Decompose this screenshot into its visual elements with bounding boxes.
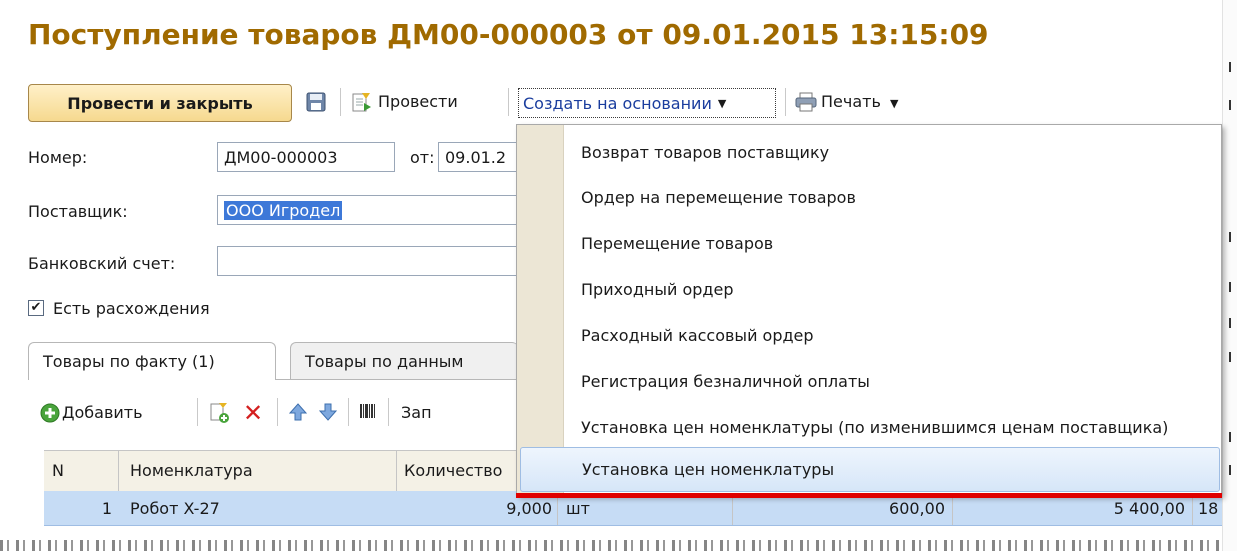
supplier-field[interactable]: ООО Игродел xyxy=(217,195,518,225)
print-label: Печать xyxy=(821,92,881,111)
fill-button[interactable]: Зап xyxy=(401,403,432,422)
column-header-qty[interactable]: Количество xyxy=(404,450,516,490)
add-button[interactable]: Добавить xyxy=(62,403,143,422)
create-based-on-menu: Возврат товаров поставщику Ордер на пере… xyxy=(516,124,1222,496)
print-button[interactable]: Печать ▼ xyxy=(821,92,898,111)
post-button[interactable]: Провести xyxy=(378,92,458,111)
menu-item-goods-transfer[interactable]: Перемещение товаров xyxy=(517,221,1223,266)
toolbar-separator xyxy=(197,398,198,426)
discrepancy-checkbox[interactable]: ✔ xyxy=(28,300,44,316)
menu-item-receipt-order[interactable]: Приходный ордер xyxy=(517,267,1223,312)
date-field[interactable]: 09.01.2 xyxy=(438,142,518,172)
printer-icon[interactable] xyxy=(795,92,817,112)
document-title: Поступление товаров ДМ00-000003 от 09.01… xyxy=(28,18,989,51)
column-header-n[interactable]: N xyxy=(52,450,64,490)
toolbar-separator xyxy=(785,88,786,116)
supplier-value: ООО Игродел xyxy=(224,200,343,220)
bank-account-label: Банковский счет: xyxy=(28,254,176,273)
number-label: Номер: xyxy=(28,148,88,167)
menu-item-set-prices-supplier[interactable]: Установка цен номенклатуры (по изменивши… xyxy=(517,405,1223,450)
menu-item-transfer-order[interactable]: Ордер на перемещение товаров xyxy=(517,175,1223,220)
column-header-item[interactable]: Номенклатура xyxy=(130,450,253,490)
menu-item-return-to-supplier[interactable]: Возврат товаров поставщику xyxy=(517,130,1223,175)
copy-row-icon[interactable] xyxy=(208,402,230,424)
number-field[interactable]: ДМ00-000003 xyxy=(217,142,395,172)
chevron-down-icon: ▼ xyxy=(889,97,899,110)
toolbar-separator xyxy=(340,88,341,116)
toolbar-separator xyxy=(388,398,389,426)
row-item[interactable]: Робот X-27 xyxy=(130,491,220,525)
scroll-artifact xyxy=(0,540,1222,551)
move-up-icon[interactable] xyxy=(288,402,308,422)
create-based-on-label: Создать на основании xyxy=(523,93,712,113)
supplier-label: Поставщик: xyxy=(28,202,128,221)
row-number: 1 xyxy=(101,498,112,518)
move-down-icon[interactable] xyxy=(318,402,338,422)
date-label: от: xyxy=(410,148,435,167)
chevron-down-icon: ▼ xyxy=(717,96,727,110)
post-and-close-button[interactable]: Провести и закрыть xyxy=(28,84,292,122)
toolbar-separator xyxy=(277,398,278,426)
barcode-icon[interactable] xyxy=(358,402,378,422)
tab-goods-data[interactable]: Товары по данным xyxy=(290,342,518,380)
discrepancy-label: Есть расхождения xyxy=(53,299,210,318)
right-edge-panel xyxy=(1222,0,1237,551)
bank-account-field[interactable] xyxy=(217,246,518,276)
toolbar-separator xyxy=(508,88,509,116)
save-icon[interactable] xyxy=(306,92,326,112)
add-circle-icon[interactable] xyxy=(40,403,60,423)
toolbar-separator xyxy=(348,398,349,426)
red-underline-menu xyxy=(516,493,1222,498)
tab-goods-actual[interactable]: Товары по факту (1) xyxy=(28,342,276,380)
delete-icon[interactable]: ✕ xyxy=(243,401,263,425)
menu-item-cash-outflow-order[interactable]: Расходный кассовый ордер xyxy=(517,313,1223,358)
menu-item-cashless-payment[interactable]: Регистрация безналичной оплаты xyxy=(517,359,1223,404)
post-document-icon[interactable] xyxy=(350,91,372,113)
create-based-on-button[interactable]: Создать на основании ▼ xyxy=(518,88,776,118)
menu-item-set-prices[interactable]: Установка цен номенклатуры xyxy=(520,447,1220,492)
